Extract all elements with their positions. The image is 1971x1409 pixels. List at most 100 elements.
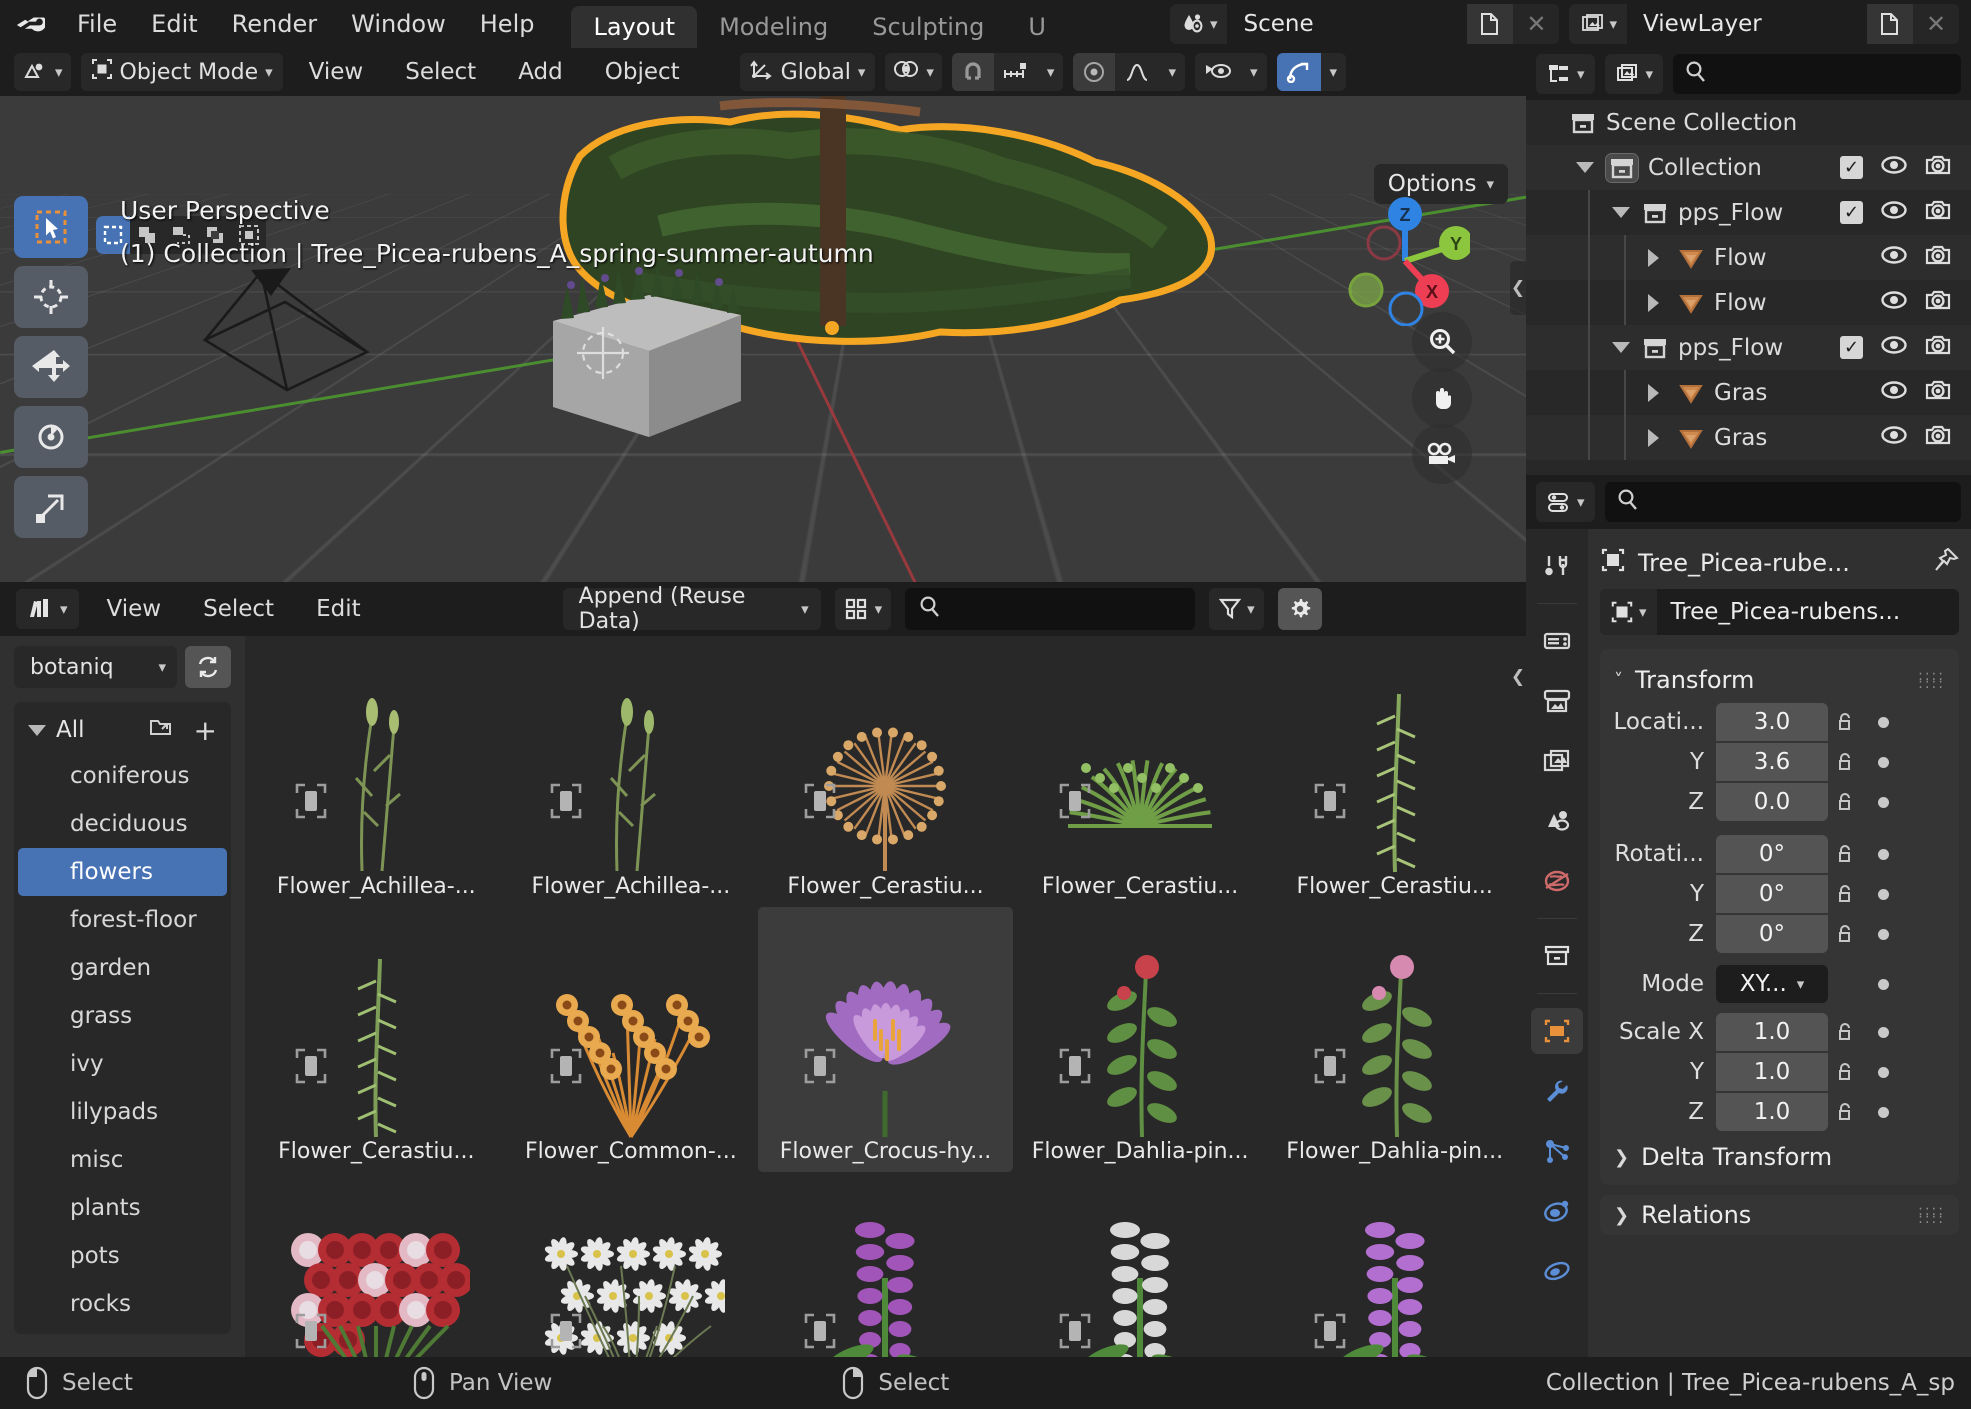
rotation-x-field[interactable]: 0° bbox=[1716, 835, 1828, 873]
overlays-icon[interactable] bbox=[1277, 53, 1321, 91]
catalog-item-grass[interactable]: grass bbox=[18, 992, 227, 1040]
outliner-row[interactable]: Collection✓ bbox=[1526, 145, 1971, 190]
menu-render[interactable]: Render bbox=[215, 6, 334, 42]
outliner-row[interactable]: Gras bbox=[1526, 415, 1971, 460]
properties-tab-physics[interactable] bbox=[1531, 1188, 1583, 1234]
properties-tab-collection[interactable] bbox=[1531, 933, 1583, 979]
animate-dot-icon[interactable] bbox=[1878, 717, 1889, 728]
scale-y-field[interactable]: 1.0 bbox=[1716, 1053, 1828, 1091]
outliner-search-input[interactable] bbox=[1673, 54, 1961, 94]
animate-dot-icon[interactable] bbox=[1878, 929, 1889, 940]
pivot-point-dropdown[interactable]: ▾ bbox=[885, 53, 942, 91]
menu-edit[interactable]: Edit bbox=[134, 6, 214, 42]
close-view-layer-button[interactable]: ✕ bbox=[1913, 4, 1959, 44]
outliner-display-mode-icon[interactable]: ▾ bbox=[1536, 54, 1595, 94]
cursor-tool[interactable] bbox=[14, 266, 88, 328]
new-scene-button[interactable] bbox=[1467, 4, 1513, 44]
show-gizmo-icon[interactable] bbox=[1195, 53, 1241, 91]
animate-dot-icon[interactable] bbox=[1878, 889, 1889, 900]
object-square-icon[interactable]: ▾ bbox=[1600, 589, 1657, 635]
asset-search-input[interactable] bbox=[905, 588, 1195, 630]
select-invert-icon[interactable] bbox=[198, 216, 232, 254]
move-tool[interactable] bbox=[14, 336, 88, 398]
properties-tab-scene[interactable] bbox=[1531, 798, 1583, 844]
relations-panel-header[interactable]: ❯ Relations :::::::: bbox=[1600, 1195, 1959, 1235]
refresh-icon[interactable] bbox=[185, 646, 231, 688]
menu-window[interactable]: Window bbox=[334, 6, 463, 42]
animate-dot-icon[interactable] bbox=[1878, 1067, 1889, 1078]
import-method-dropdown[interactable]: Append (Reuse Data) ▾ bbox=[563, 588, 821, 630]
menu-file[interactable]: File bbox=[60, 6, 134, 42]
outliner-row[interactable]: Flow bbox=[1526, 280, 1971, 325]
catalog-item-plants[interactable]: plants bbox=[18, 1184, 227, 1232]
catalog-item-garden[interactable]: garden bbox=[18, 944, 227, 992]
blender-logo-icon[interactable] bbox=[0, 0, 46, 48]
hide-in-viewport-eye-icon[interactable] bbox=[1881, 425, 1907, 451]
triangle-right-icon[interactable] bbox=[1648, 294, 1674, 312]
editor-type-asset-browser-icon[interactable]: ▾ bbox=[16, 589, 79, 629]
display-thumbnails-icon[interactable]: ▾ bbox=[835, 588, 892, 630]
location-x-field[interactable]: 3.0 bbox=[1716, 703, 1828, 741]
gear-icon[interactable] bbox=[1278, 588, 1322, 630]
scale-x-field[interactable]: 1.0 bbox=[1716, 1013, 1828, 1051]
catalog-all-row[interactable]: All + bbox=[14, 708, 231, 752]
viewport-menu-object[interactable]: Object bbox=[589, 55, 696, 89]
asset-menu-select[interactable]: Select bbox=[189, 592, 288, 626]
asset-browser-sidebar-toggle[interactable]: ❮ bbox=[1510, 650, 1526, 704]
catalog-item-deciduous[interactable]: deciduous bbox=[18, 800, 227, 848]
chevron-down-icon[interactable]: ▾ bbox=[1321, 53, 1347, 91]
triangle-down-icon[interactable] bbox=[1612, 207, 1638, 218]
exclude-checkbox[interactable]: ✓ bbox=[1840, 201, 1863, 224]
asset-item[interactable]: Flower_Dahlia-pin... bbox=[1267, 907, 1522, 1172]
outliner-row[interactable]: Flow bbox=[1526, 235, 1971, 280]
triangle-right-icon[interactable] bbox=[1648, 384, 1674, 402]
navigation-gizmo[interactable]: Z Y X bbox=[1340, 196, 1470, 326]
outliner-row[interactable]: pps_Flow✓ bbox=[1526, 190, 1971, 235]
new-view-layer-button[interactable] bbox=[1867, 4, 1913, 44]
rotation-mode-dropdown[interactable]: XY... ▾ bbox=[1716, 965, 1828, 1003]
tab-sculpting[interactable]: Sculpting bbox=[850, 6, 1006, 48]
scale-z-field[interactable]: 1.0 bbox=[1716, 1093, 1828, 1131]
catalog-item-coniferous[interactable]: coniferous bbox=[18, 752, 227, 800]
properties-tab-modifiers[interactable] bbox=[1531, 1068, 1583, 1114]
catalog-item-rocks[interactable]: rocks bbox=[18, 1280, 227, 1328]
snap-increment-icon[interactable] bbox=[994, 53, 1038, 91]
unlocked-padlock-icon[interactable] bbox=[1828, 751, 1862, 773]
unlocked-padlock-icon[interactable] bbox=[1828, 923, 1862, 945]
outliner-id-filter-icon[interactable]: ▾ bbox=[1605, 54, 1664, 94]
asset-library-dropdown[interactable]: botaniq ▾ bbox=[14, 646, 177, 688]
viewport-menu-add[interactable]: Add bbox=[502, 55, 579, 89]
asset-item[interactable]: Flower_Digitalis-p... bbox=[758, 1172, 1013, 1357]
viewport-menu-select[interactable]: Select bbox=[389, 55, 492, 89]
falloff-smooth-icon[interactable] bbox=[1115, 53, 1159, 91]
zoom-icon[interactable] bbox=[1412, 312, 1472, 372]
hide-in-viewport-eye-icon[interactable] bbox=[1881, 155, 1907, 181]
rotation-z-field[interactable]: 0° bbox=[1716, 915, 1828, 953]
outliner-row[interactable]: pps_Flow✓ bbox=[1526, 325, 1971, 370]
camera-view-icon[interactable] bbox=[1412, 424, 1472, 484]
disable-in-render-camera-icon[interactable] bbox=[1925, 244, 1951, 272]
asset-item[interactable]: Flower_Achillea-... bbox=[249, 642, 504, 907]
asset-item[interactable]: Flower_Cerastiu... bbox=[1267, 642, 1522, 907]
triangle-down-icon[interactable] bbox=[1576, 162, 1602, 173]
view-layer-icon[interactable]: ▾ bbox=[1569, 4, 1627, 44]
planter-object[interactable] bbox=[535, 261, 765, 451]
proportional-edit-icon[interactable] bbox=[1073, 53, 1115, 91]
catalog-item-ivy[interactable]: ivy bbox=[18, 1040, 227, 1088]
transform-panel-header[interactable]: ˅ Transform :::::::: bbox=[1600, 657, 1959, 703]
hide-in-viewport-eye-icon[interactable] bbox=[1881, 335, 1907, 361]
tab-modeling[interactable]: Modeling bbox=[697, 6, 850, 48]
asset-item[interactable]: Flower_Dahlia-pin... bbox=[249, 1172, 504, 1357]
transform-orientation-dropdown[interactable]: Global ▾ bbox=[740, 53, 876, 91]
scene-selector[interactable]: ▾ Scene ✕ bbox=[1170, 4, 1560, 44]
asset-item[interactable]: Flower_Crocus-hy... bbox=[758, 907, 1013, 1172]
animate-dot-icon[interactable] bbox=[1878, 849, 1889, 860]
rotation-y-field[interactable]: 0° bbox=[1716, 875, 1828, 913]
editor-type-3dview-icon[interactable]: ▾ bbox=[14, 53, 71, 91]
delta-transform-header[interactable]: ❯ Delta Transform bbox=[1600, 1133, 1959, 1173]
unlocked-padlock-icon[interactable] bbox=[1828, 1021, 1862, 1043]
plus-icon[interactable]: + bbox=[194, 714, 217, 747]
scene-name[interactable]: Scene bbox=[1227, 4, 1467, 44]
asset-grid-region[interactable]: Flower_Achillea-... Flower_Achillea-... … bbox=[245, 636, 1526, 1357]
animate-dot-icon[interactable] bbox=[1878, 1027, 1889, 1038]
